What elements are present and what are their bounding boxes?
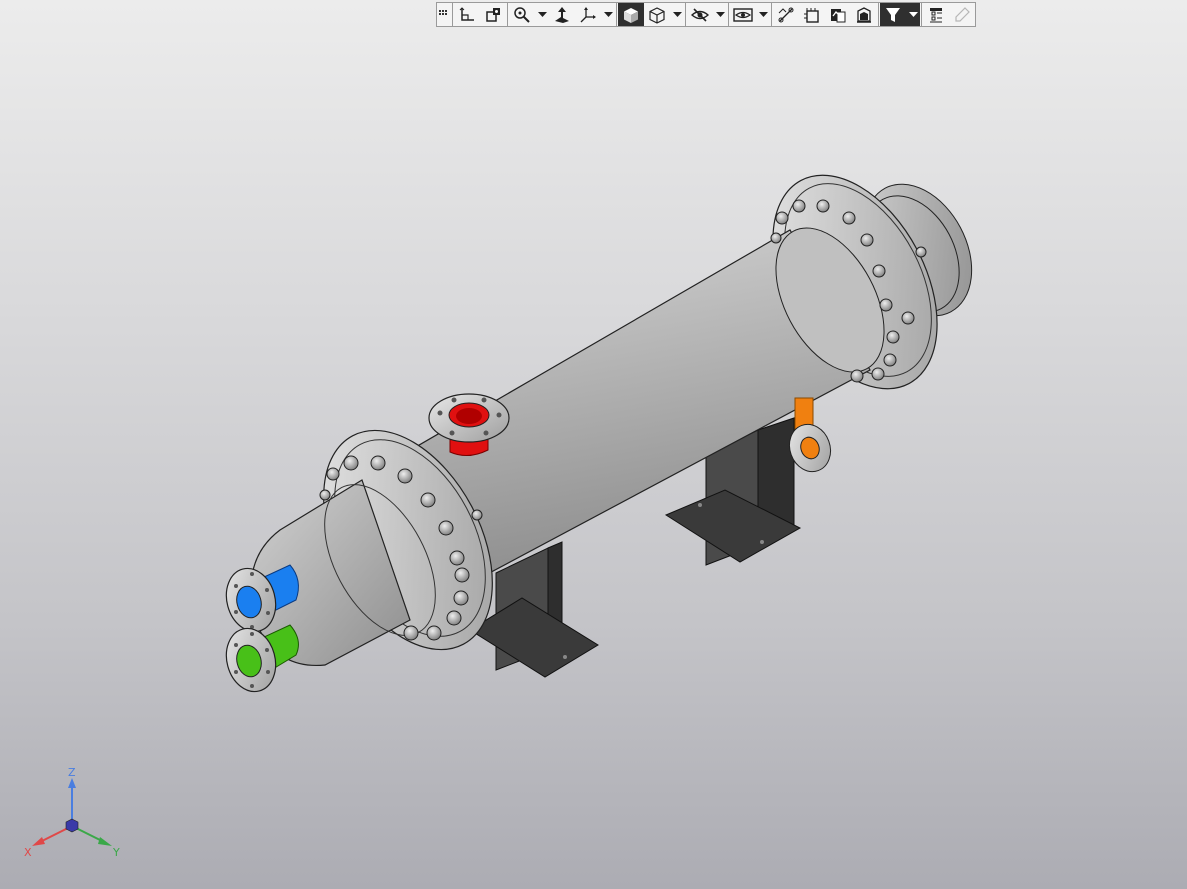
hide-show-button[interactable] <box>687 3 713 26</box>
y-axis-label: Y <box>112 846 120 859</box>
z-axis-arrow <box>68 778 76 788</box>
chevron-down-icon <box>672 11 682 17</box>
measure-button[interactable] <box>773 3 799 26</box>
appearance-icon <box>831 8 846 22</box>
y-axis-arrow <box>98 837 112 846</box>
view-settings-button[interactable] <box>730 3 756 26</box>
properties-icon <box>930 7 942 22</box>
view-settings-dropdown[interactable] <box>756 3 770 26</box>
axes-icon <box>580 6 596 22</box>
shaded-with-edges-button[interactable] <box>618 3 644 26</box>
zoom-dropdown[interactable] <box>535 3 549 26</box>
pencil-icon <box>955 6 970 22</box>
perspective-icon <box>804 7 819 23</box>
filter-button[interactable] <box>880 3 906 26</box>
separator <box>452 3 453 26</box>
chevron-down-icon <box>603 11 613 17</box>
chevron-down-icon <box>758 11 768 17</box>
properties-button[interactable] <box>923 3 949 26</box>
filter-icon <box>886 7 900 22</box>
wireframe-button[interactable] <box>644 3 670 26</box>
sketch-plane-button[interactable] <box>454 3 480 26</box>
grip-icon[interactable] <box>437 3 451 26</box>
normal-to-button[interactable] <box>549 3 575 26</box>
nozzle-green[interactable] <box>220 623 299 697</box>
perspective-button[interactable] <box>799 3 825 26</box>
edit-button[interactable] <box>949 3 975 26</box>
view-toolbar <box>436 2 976 27</box>
view-orientation-button[interactable] <box>575 3 601 26</box>
view-orientation-dropdown[interactable] <box>601 3 615 26</box>
section-view-button[interactable] <box>480 3 506 26</box>
chevron-down-icon <box>908 11 918 17</box>
model-viewport[interactable] <box>0 0 1187 889</box>
appearance-button[interactable] <box>825 3 851 26</box>
chevron-down-icon <box>715 11 725 17</box>
x-axis-label: X <box>24 846 32 859</box>
eye-slash-icon <box>691 7 709 22</box>
triad-origin-cube <box>65 818 79 833</box>
normal-to-icon <box>555 6 569 23</box>
scene-button[interactable] <box>851 3 877 26</box>
zoom-button[interactable] <box>509 3 535 26</box>
shaded-cube-icon <box>624 7 638 23</box>
scene-icon <box>857 6 871 23</box>
display-style-dropdown[interactable] <box>670 3 684 26</box>
wireframe-cube-icon <box>649 6 665 24</box>
x-axis-arrow <box>32 837 45 846</box>
chevron-down-icon <box>537 11 547 17</box>
hide-show-dropdown[interactable] <box>713 3 727 26</box>
eye-box-icon <box>733 7 753 22</box>
filter-dropdown[interactable] <box>906 3 920 26</box>
sketch-plane-icon <box>459 6 474 21</box>
measure-icon <box>778 7 794 22</box>
axis-triad[interactable]: Z X Y <box>20 760 130 870</box>
zoom-icon <box>514 6 530 23</box>
section-view-icon <box>486 7 500 22</box>
z-axis-label: Z <box>68 766 76 779</box>
